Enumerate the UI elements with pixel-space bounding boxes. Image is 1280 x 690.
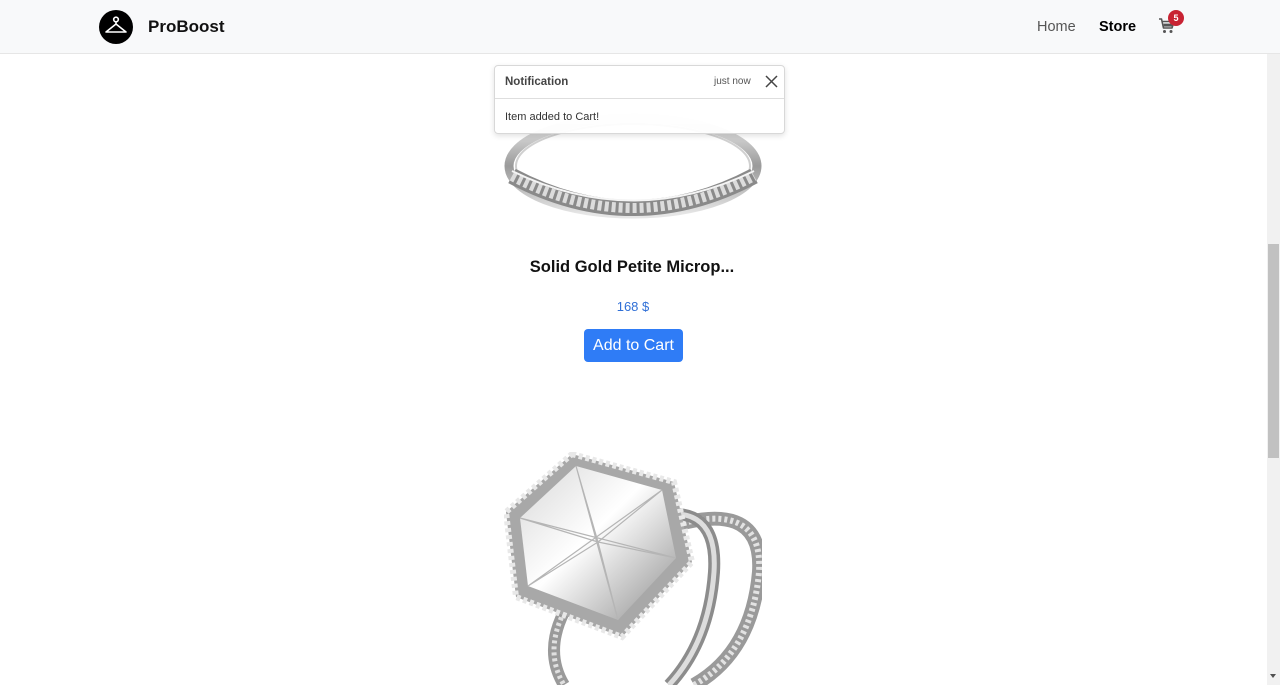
page-scrollbar[interactable] <box>1267 54 1280 685</box>
scrollbar-thumb[interactable] <box>1268 244 1279 458</box>
notification-toast: Notification just now Item added to Cart… <box>494 65 785 134</box>
product-image-cushion-halo-ring-set[interactable] <box>502 450 767 690</box>
scroll-down-arrow-icon[interactable] <box>1270 674 1276 678</box>
cart-count-badge: 5 <box>1168 10 1184 26</box>
notification-title: Notification <box>505 76 569 88</box>
close-icon[interactable] <box>765 75 778 88</box>
nav-link-home[interactable]: Home <box>1037 18 1076 36</box>
nav-link-store[interactable]: Store <box>1099 18 1136 36</box>
add-to-cart-button[interactable]: Add to Cart <box>584 329 683 362</box>
notification-message: Item added to Cart! <box>505 111 600 123</box>
top-navbar: ProBoost Home Store 5 <box>0 0 1280 54</box>
notification-header: Notification just now <box>495 66 784 99</box>
product-price: 168 $ <box>616 299 650 314</box>
notification-time: just now <box>714 76 751 87</box>
brand-logo-hanger-icon[interactable] <box>99 10 133 44</box>
brand-name[interactable]: ProBoost <box>148 17 225 37</box>
product-title[interactable]: Solid Gold Petite Microp... <box>440 256 824 278</box>
